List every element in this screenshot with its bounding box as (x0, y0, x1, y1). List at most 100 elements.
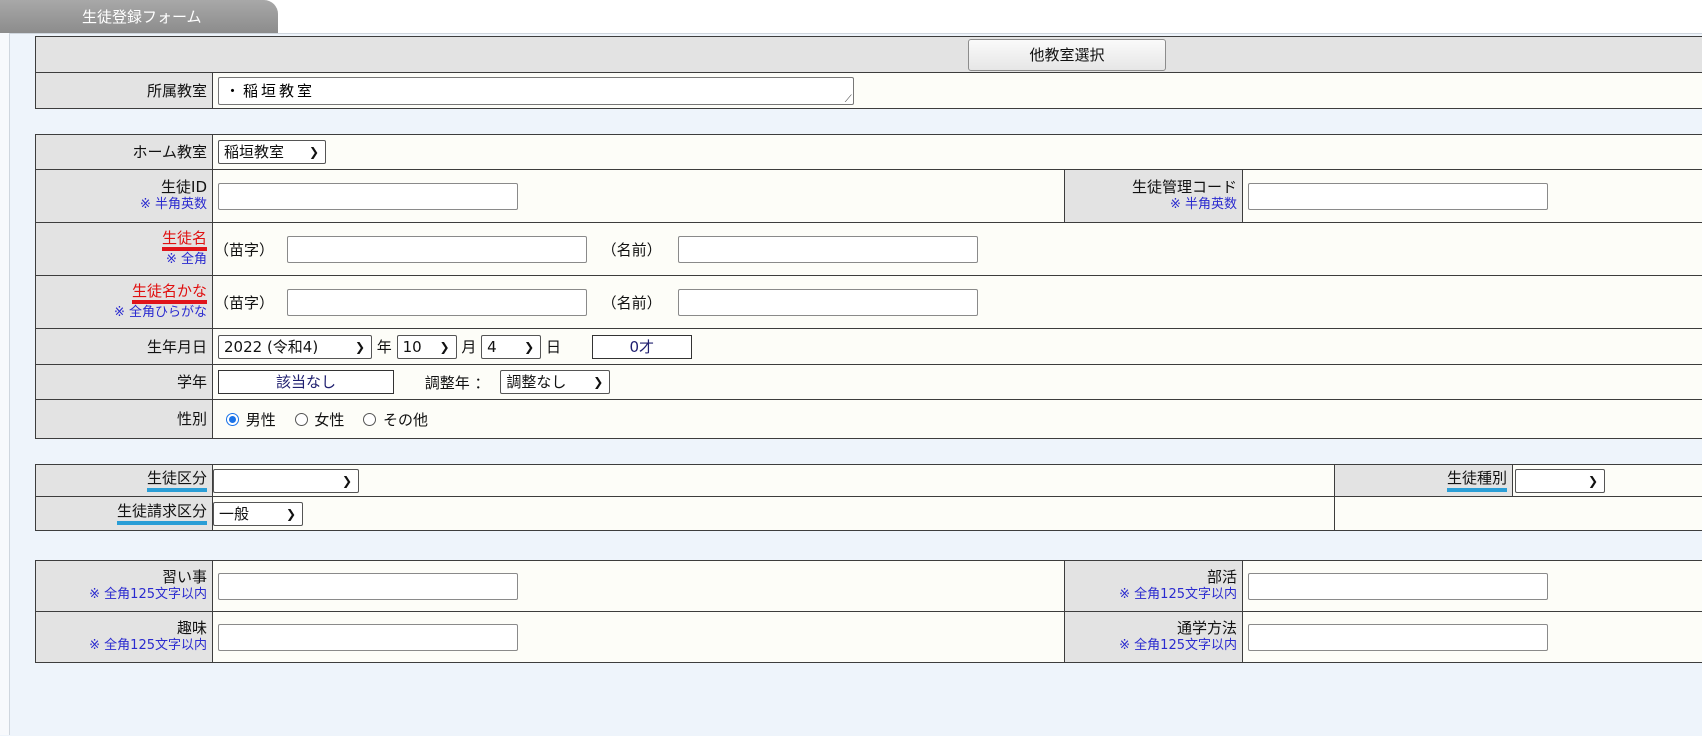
kana-given-input[interactable] (678, 289, 978, 316)
given-name-label: （名前） (602, 239, 674, 260)
chevron-down-icon: ❯ (286, 503, 296, 525)
club-note: ※ 全角125文字以内 (1065, 586, 1237, 604)
billing-kubun-label-cell: 生徒請求区分 (36, 497, 213, 531)
lessons-input[interactable] (218, 573, 518, 600)
other-classroom-row: 他教室選択 (36, 37, 1702, 73)
birth-year-value: 2022 (令和4) (224, 338, 318, 356)
commute-input[interactable] (1248, 624, 1548, 651)
club-input[interactable] (1248, 573, 1548, 600)
resize-grip-icon[interactable]: ⟋ (845, 94, 852, 105)
lessons-cell (213, 561, 1065, 612)
commute-label-cell: 通学方法 ※ 全角125文字以内 (1065, 612, 1243, 663)
gender-male-radio[interactable] (226, 413, 239, 426)
birthday-cell: 2022 (令和4) ❯ 年 10 ❯ 月 4 ❯ 日 0才 (213, 329, 1702, 365)
student-code-input[interactable] (1248, 183, 1548, 210)
chevron-down-icon: ❯ (593, 371, 603, 393)
category-section: 生徒区分 ❯ 生徒種別 ❯ 生徒請求区分 一般 ❯ (35, 464, 1702, 531)
kana-given-label: （名前） (602, 292, 674, 313)
billing-kubun-cell: 一般 ❯ (213, 497, 1335, 531)
birth-year-select[interactable]: 2022 (令和4) ❯ (218, 335, 372, 359)
student-code-label: 生徒管理コード (1065, 178, 1237, 196)
student-id-note: ※ 半角英数 (36, 196, 207, 214)
billing-kubun-value: 一般 (219, 505, 249, 523)
hobby-input[interactable] (218, 624, 518, 651)
extra-section: 習い事 ※ 全角125文字以内 部活 ※ 全角125文字以内 趣味 ※ 全角12… (35, 560, 1702, 663)
student-name-note: ※ 全角 (36, 251, 207, 269)
commute-label: 通学方法 (1065, 619, 1237, 637)
student-code-note: ※ 半角英数 (1065, 196, 1237, 214)
surname-label: （苗字） (214, 239, 282, 260)
given-name-input[interactable] (678, 236, 978, 263)
adjust-year-select[interactable]: 調整なし ❯ (500, 370, 610, 394)
home-classroom-value: 稲垣教室 (224, 143, 284, 161)
classroom-textarea[interactable]: ・稲垣教室 (218, 77, 854, 105)
home-classroom-cell: 稲垣教室 ❯ (213, 135, 1702, 170)
gender-cell: 男性 女性 その他 (213, 400, 1702, 439)
billing-kubun-empty-cell (1335, 497, 1702, 531)
hobby-label-cell: 趣味 ※ 全角125文字以内 (36, 612, 213, 663)
lessons-label: 習い事 (36, 568, 207, 586)
club-label-cell: 部活 ※ 全角125文字以内 (1065, 561, 1243, 612)
student-name-label: 生徒名 (162, 229, 207, 251)
gender-other-label[interactable]: その他 (383, 409, 428, 430)
adjust-year-value: 調整なし (506, 373, 566, 391)
student-shubetsu-select[interactable]: ❯ (1515, 469, 1605, 493)
student-kana-note: ※ 全角ひらがな (36, 304, 207, 322)
grade-display: 該当なし (218, 370, 394, 394)
grade-label: 学年 (36, 365, 213, 400)
gender-female-radio[interactable] (295, 413, 308, 426)
other-classroom-button[interactable]: 他教室選択 (968, 39, 1166, 71)
birthday-label: 生年月日 (36, 329, 213, 365)
classroom-value-cell: ・稲垣教室 ⟋ (213, 73, 1702, 109)
student-kana-label: 生徒名かな (132, 282, 207, 304)
day-unit: 日 (546, 336, 561, 357)
hobby-label: 趣味 (36, 619, 207, 637)
student-kana-label-cell: 生徒名かな ※ 全角ひらがな (36, 276, 213, 329)
age-display: 0才 (592, 335, 692, 359)
classroom-section: 他教室選択 所属教室 ・稲垣教室 ⟋ (35, 36, 1702, 109)
lessons-note: ※ 全角125文字以内 (36, 586, 207, 604)
form-tab[interactable]: 生徒登録フォーム (0, 0, 278, 33)
home-classroom-select[interactable]: 稲垣教室 ❯ (218, 140, 326, 164)
chevron-down-icon: ❯ (355, 336, 365, 358)
birth-month-select[interactable]: 10 ❯ (397, 335, 457, 359)
month-unit: 月 (461, 336, 476, 357)
classroom-label: 所属教室 (36, 73, 213, 109)
basic-info-section: ホーム教室 稲垣教室 ❯ 生徒ID ※ 半角英数 生徒管理コード ※ 半角英数 … (35, 134, 1702, 439)
student-id-label: 生徒ID (36, 178, 207, 196)
birth-month-value: 10 (403, 338, 422, 356)
student-kana-cell: （苗字） （名前） (213, 276, 1702, 329)
student-shubetsu-cell: ❯ (1513, 465, 1702, 497)
kana-surname-label: （苗字） (214, 292, 282, 313)
student-code-cell (1243, 170, 1702, 223)
chevron-down-icon: ❯ (440, 336, 450, 358)
student-shubetsu-label-cell: 生徒種別 (1335, 465, 1513, 497)
billing-kubun-label: 生徒請求区分 (117, 502, 207, 525)
gender-male-label[interactable]: 男性 (246, 409, 276, 430)
chevron-down-icon: ❯ (524, 336, 534, 358)
club-label: 部活 (1065, 568, 1237, 586)
student-kubun-label: 生徒区分 (147, 469, 207, 492)
billing-kubun-select[interactable]: 一般 ❯ (213, 502, 303, 526)
club-cell (1243, 561, 1702, 612)
gender-other-radio[interactable] (363, 413, 376, 426)
student-kubun-select[interactable]: ❯ (213, 469, 359, 493)
student-code-label-cell: 生徒管理コード ※ 半角英数 (1065, 170, 1243, 223)
student-id-cell (213, 170, 1065, 223)
left-frame (0, 33, 10, 735)
hobby-note: ※ 全角125文字以内 (36, 637, 207, 655)
chevron-down-icon: ❯ (1588, 470, 1598, 492)
gender-female-label[interactable]: 女性 (314, 409, 344, 430)
chevron-down-icon: ❯ (309, 141, 319, 163)
birth-day-select[interactable]: 4 ❯ (481, 335, 541, 359)
student-kubun-cell: ❯ (213, 465, 1335, 497)
surname-input[interactable] (287, 236, 587, 263)
grade-cell: 該当なし 調整年 ： 調整なし ❯ (213, 365, 1702, 400)
student-name-cell: （苗字） （名前） (213, 223, 1702, 276)
student-shubetsu-label: 生徒種別 (1447, 469, 1507, 492)
student-id-input[interactable] (218, 183, 518, 210)
kana-surname-input[interactable] (287, 289, 587, 316)
student-name-label-cell: 生徒名 ※ 全角 (36, 223, 213, 276)
birth-day-value: 4 (487, 338, 497, 356)
student-kubun-label-cell: 生徒区分 (36, 465, 213, 497)
